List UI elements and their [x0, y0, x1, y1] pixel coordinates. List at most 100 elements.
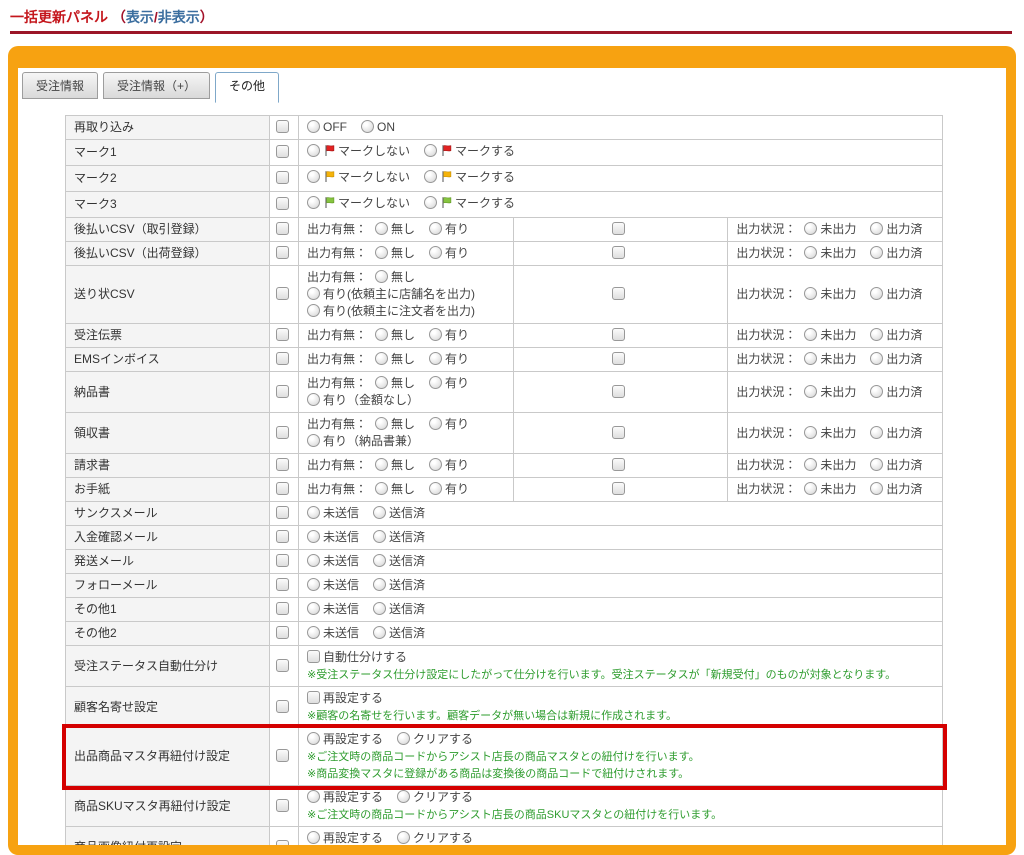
- status-option-radio[interactable]: [804, 458, 817, 471]
- status-option-radio[interactable]: [870, 287, 883, 300]
- status-select-checkbox[interactable]: [612, 246, 625, 259]
- status-select-checkbox[interactable]: [612, 222, 625, 235]
- option-radio[interactable]: [429, 246, 442, 259]
- option[interactable]: 無し: [375, 351, 415, 368]
- option-radio[interactable]: [307, 790, 320, 803]
- option[interactable]: 未出力: [804, 425, 856, 442]
- option-radio[interactable]: [307, 831, 320, 844]
- option[interactable]: 送信済: [373, 505, 425, 522]
- option[interactable]: 未送信: [307, 553, 359, 570]
- option[interactable]: 出力済: [870, 286, 922, 303]
- option[interactable]: 送信済: [373, 601, 425, 618]
- option[interactable]: 有り: [429, 327, 469, 344]
- option[interactable]: マークする: [424, 143, 515, 162]
- option-radio[interactable]: [375, 417, 388, 430]
- status-option-radio[interactable]: [870, 222, 883, 235]
- option[interactable]: 出力済: [870, 327, 922, 344]
- option-radio[interactable]: [361, 120, 374, 133]
- option[interactable]: 無し: [375, 245, 415, 262]
- option[interactable]: 再設定する: [307, 789, 383, 806]
- option-radio[interactable]: [373, 602, 386, 615]
- option[interactable]: 有り: [429, 375, 469, 392]
- option-radio[interactable]: [424, 196, 437, 209]
- option[interactable]: 未出力: [804, 384, 856, 401]
- option-radio[interactable]: [429, 482, 442, 495]
- row-select-checkbox[interactable]: [276, 246, 289, 259]
- option-radio[interactable]: [424, 170, 437, 183]
- option-checkbox[interactable]: [307, 650, 320, 663]
- status-option-radio[interactable]: [804, 287, 817, 300]
- row-select-checkbox[interactable]: [276, 197, 289, 210]
- option-radio[interactable]: [429, 417, 442, 430]
- option[interactable]: 再設定する: [307, 690, 383, 707]
- option-radio[interactable]: [307, 196, 320, 209]
- option-radio[interactable]: [373, 554, 386, 567]
- option[interactable]: 未送信: [307, 625, 359, 642]
- option[interactable]: 自動仕分けする: [307, 649, 407, 666]
- status-select-checkbox[interactable]: [612, 328, 625, 341]
- status-option-radio[interactable]: [870, 426, 883, 439]
- status-option-radio[interactable]: [870, 482, 883, 495]
- option[interactable]: 出力済: [870, 425, 922, 442]
- status-option-radio[interactable]: [804, 246, 817, 259]
- option-radio[interactable]: [375, 352, 388, 365]
- option[interactable]: 無し: [375, 221, 415, 238]
- row-select-checkbox[interactable]: [276, 749, 289, 762]
- option[interactable]: 送信済: [373, 577, 425, 594]
- option[interactable]: 未出力: [804, 221, 856, 238]
- option[interactable]: 出力済: [870, 221, 922, 238]
- row-select-checkbox[interactable]: [276, 554, 289, 567]
- option-radio[interactable]: [429, 222, 442, 235]
- option-radio[interactable]: [375, 270, 388, 283]
- row-select-checkbox[interactable]: [276, 626, 289, 639]
- option-radio[interactable]: [373, 626, 386, 639]
- row-select-checkbox[interactable]: [276, 145, 289, 158]
- option-radio[interactable]: [429, 328, 442, 341]
- option[interactable]: 無し: [375, 481, 415, 498]
- row-select-checkbox[interactable]: [276, 352, 289, 365]
- status-select-checkbox[interactable]: [612, 385, 625, 398]
- row-select-checkbox[interactable]: [276, 659, 289, 672]
- option-radio[interactable]: [307, 506, 320, 519]
- option[interactable]: 未出力: [804, 327, 856, 344]
- option[interactable]: 無し: [375, 457, 415, 474]
- option-radio[interactable]: [429, 458, 442, 471]
- tab-2[interactable]: その他: [215, 72, 279, 103]
- status-option-radio[interactable]: [804, 426, 817, 439]
- option[interactable]: 未送信: [307, 529, 359, 546]
- option-radio[interactable]: [375, 482, 388, 495]
- option[interactable]: 未送信: [307, 601, 359, 618]
- option[interactable]: ON: [361, 119, 395, 136]
- option-radio[interactable]: [375, 376, 388, 389]
- option-radio[interactable]: [307, 578, 320, 591]
- option-radio[interactable]: [373, 578, 386, 591]
- option-radio[interactable]: [307, 170, 320, 183]
- option-radio[interactable]: [375, 222, 388, 235]
- option[interactable]: 出力済: [870, 457, 922, 474]
- option-radio[interactable]: [373, 506, 386, 519]
- option[interactable]: 有り: [429, 457, 469, 474]
- option-radio[interactable]: [424, 144, 437, 157]
- row-select-checkbox[interactable]: [276, 799, 289, 812]
- option-radio[interactable]: [307, 393, 320, 406]
- row-select-checkbox[interactable]: [276, 482, 289, 495]
- option[interactable]: 送信済: [373, 553, 425, 570]
- option[interactable]: クリアする: [397, 731, 473, 748]
- option[interactable]: マークしない: [307, 169, 410, 188]
- row-select-checkbox[interactable]: [276, 328, 289, 341]
- option[interactable]: 出力済: [870, 384, 922, 401]
- tab-1[interactable]: 受注情報（+）: [103, 72, 210, 99]
- option[interactable]: OFF: [307, 119, 347, 136]
- option[interactable]: 未出力: [804, 481, 856, 498]
- option[interactable]: 無し: [375, 416, 415, 433]
- option[interactable]: マークしない: [307, 143, 410, 162]
- row-select-checkbox[interactable]: [276, 120, 289, 133]
- option[interactable]: 有り: [429, 351, 469, 368]
- status-select-checkbox[interactable]: [612, 426, 625, 439]
- option[interactable]: 有り: [429, 245, 469, 262]
- status-select-checkbox[interactable]: [612, 352, 625, 365]
- option-radio[interactable]: [397, 790, 410, 803]
- option[interactable]: 未送信: [307, 505, 359, 522]
- option[interactable]: マークする: [424, 195, 515, 214]
- status-select-checkbox[interactable]: [612, 458, 625, 471]
